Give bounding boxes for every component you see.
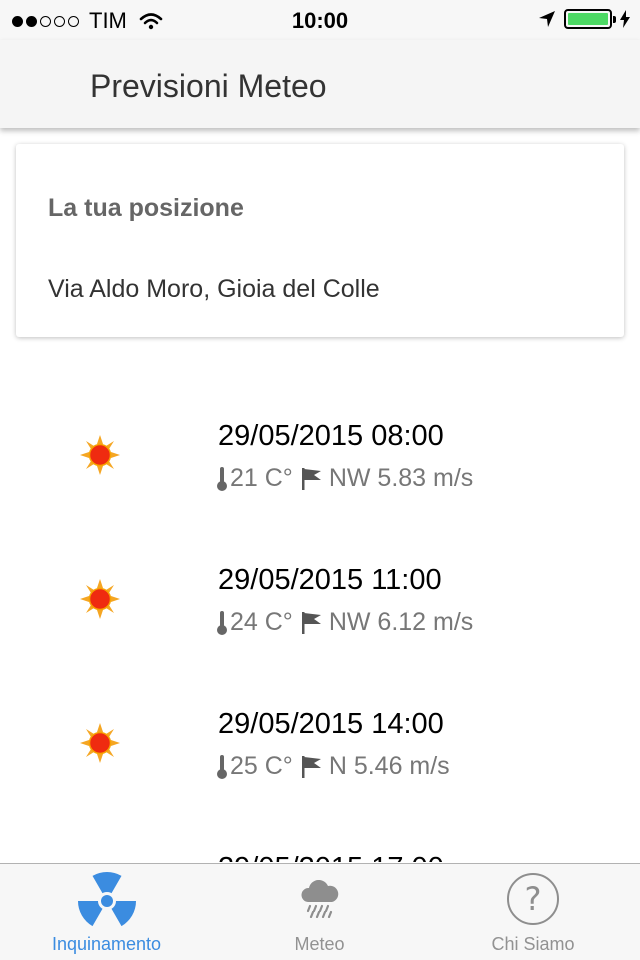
tab-meteo[interactable]: Meteo <box>213 864 426 960</box>
forecast-datetime: 29/05/2015 11:00 <box>218 564 442 596</box>
tab-label: Inquinamento <box>51 934 162 954</box>
status-bar: TIM 10:00 <box>0 0 640 40</box>
radiation-icon <box>77 872 136 927</box>
tab-label: Meteo <box>294 934 345 954</box>
status-bar-right <box>538 9 630 29</box>
thermometer-icon <box>217 466 227 491</box>
forecast-list[interactable]: 29/05/2015 08:00 21 C° NW 5.83 m/s 29/05… <box>0 338 640 862</box>
sun-icon <box>80 723 120 763</box>
thermometer-icon <box>217 754 227 779</box>
tab-chi-siamo[interactable]: ? Chi Siamo <box>426 864 640 960</box>
sun-icon <box>80 579 120 619</box>
flag-icon <box>301 755 321 778</box>
forecast-datetime: 29/05/2015 17:00 <box>218 852 444 862</box>
charging-icon <box>620 10 630 28</box>
forecast-item[interactable]: 29/05/2015 17:00 <box>0 830 640 862</box>
question-icon: ? <box>507 873 559 925</box>
forecast-wind: N 5.46 m/s <box>328 752 450 780</box>
forecast-temperature: 21 C° <box>230 464 293 492</box>
forecast-datetime: 29/05/2015 08:00 <box>218 420 444 452</box>
forecast-item[interactable]: 29/05/2015 14:00 25 C° N 5.46 m/s <box>0 686 640 830</box>
forecast-datetime: 29/05/2015 14:00 <box>218 708 444 740</box>
svg-text:?: ? <box>525 880 542 918</box>
forecast-temperature: 25 C° <box>230 752 293 780</box>
location-label: La tua posizione <box>48 194 244 222</box>
forecast-details: 21 C° NW 5.83 m/s <box>216 464 473 493</box>
app-header: Previsioni Meteo <box>0 40 640 128</box>
tab-label: Chi Siamo <box>491 934 575 954</box>
forecast-details: 24 C° NW 6.12 m/s <box>216 608 473 637</box>
flag-icon <box>301 467 321 490</box>
forecast-item[interactable]: 29/05/2015 08:00 21 C° NW 5.83 m/s <box>0 398 640 542</box>
forecast-wind: NW 6.12 m/s <box>328 608 474 636</box>
flag-icon <box>301 611 321 634</box>
location-card: La tua posizione Via Aldo Moro, Gioia de… <box>16 144 624 337</box>
page-title: Previsioni Meteo <box>90 68 327 104</box>
forecast-wind: NW 5.83 m/s <box>328 464 474 492</box>
battery-icon <box>564 9 616 29</box>
tab-inquinamento[interactable]: Inquinamento <box>0 864 213 960</box>
location-arrow-icon <box>539 11 555 27</box>
forecast-details: 25 C° N 5.46 m/s <box>216 752 450 781</box>
forecast-item[interactable]: 29/05/2015 11:00 24 C° NW 6.12 m/s <box>0 542 640 686</box>
rain-cloud-icon <box>301 880 338 918</box>
thermometer-icon <box>217 610 227 635</box>
sun-icon <box>80 435 120 475</box>
forecast-temperature: 24 C° <box>230 608 293 636</box>
location-value: Via Aldo Moro, Gioia del Colle <box>48 275 380 303</box>
tab-bar: Inquinamento Meteo ? Chi Siamo <box>0 863 640 960</box>
